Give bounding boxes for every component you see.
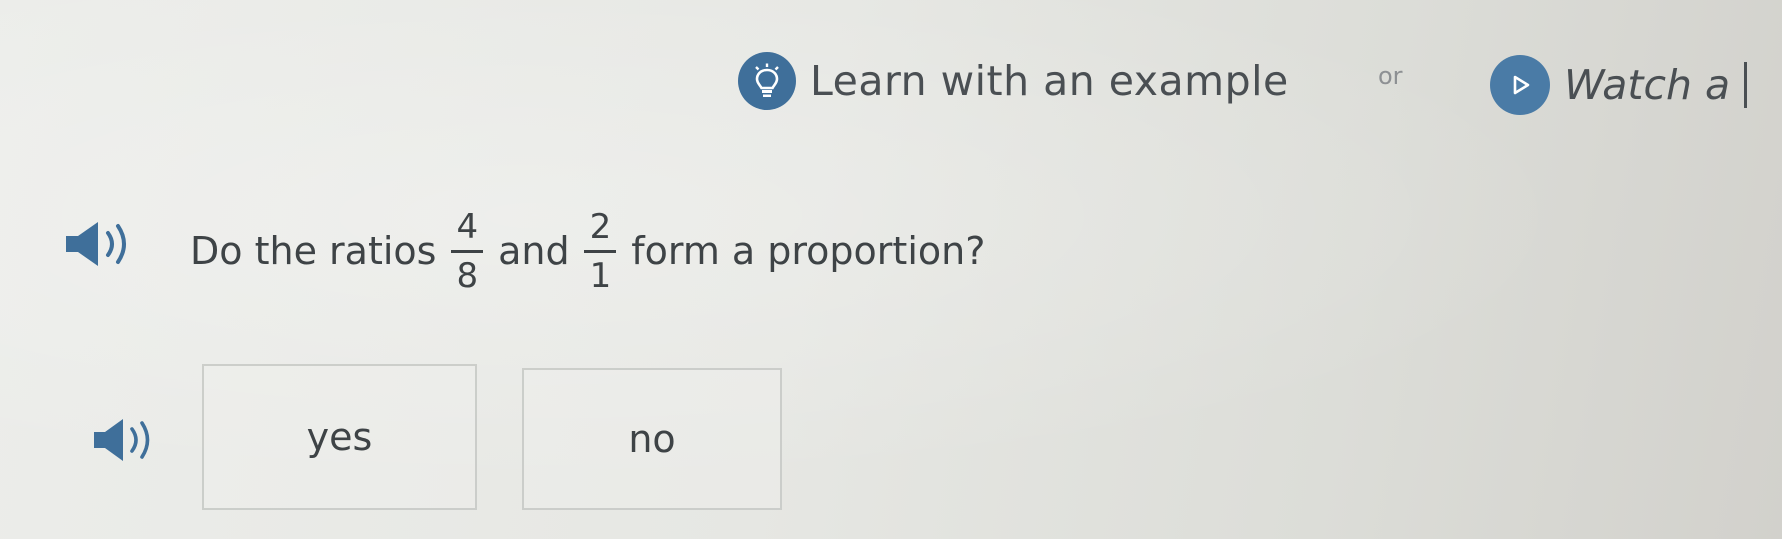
watch-video-label: Watch a bbox=[1564, 61, 1731, 109]
fraction-bar bbox=[451, 249, 484, 253]
speaker-icon bbox=[92, 414, 170, 470]
fraction-bar bbox=[584, 249, 617, 253]
lightbulb-icon bbox=[738, 52, 796, 110]
question-text: Do the ratios 4 8 and 2 1 form a proport… bbox=[190, 196, 997, 306]
fraction-two-denominator: 1 bbox=[589, 255, 612, 296]
question-middle: and bbox=[498, 229, 570, 273]
answers-audio-button[interactable] bbox=[92, 414, 170, 470]
answer-no-button[interactable]: no bbox=[522, 368, 782, 510]
question-prefix: Do the ratios bbox=[190, 229, 437, 273]
truncated-text-edge bbox=[1744, 62, 1759, 108]
learn-with-example-link[interactable]: Learn with an example bbox=[738, 44, 1289, 118]
play-icon bbox=[1490, 55, 1550, 115]
question-suffix: form a proportion? bbox=[631, 229, 986, 273]
fraction-two-numerator: 2 bbox=[589, 206, 612, 247]
watch-video-link[interactable]: Watch a bbox=[1490, 50, 1759, 120]
learn-with-example-label: Learn with an example bbox=[810, 57, 1289, 105]
fraction-one-numerator: 4 bbox=[456, 206, 479, 247]
answer-no-label: no bbox=[628, 417, 676, 461]
answer-yes-label: yes bbox=[306, 415, 373, 459]
fraction-two: 2 1 bbox=[584, 208, 618, 295]
or-separator: or bbox=[1378, 62, 1403, 90]
speaker-icon bbox=[64, 216, 148, 276]
question-audio-button[interactable] bbox=[64, 216, 148, 276]
fraction-one: 4 8 bbox=[450, 208, 484, 295]
fraction-one-denominator: 8 bbox=[456, 255, 479, 296]
answer-yes-button[interactable]: yes bbox=[202, 364, 477, 510]
